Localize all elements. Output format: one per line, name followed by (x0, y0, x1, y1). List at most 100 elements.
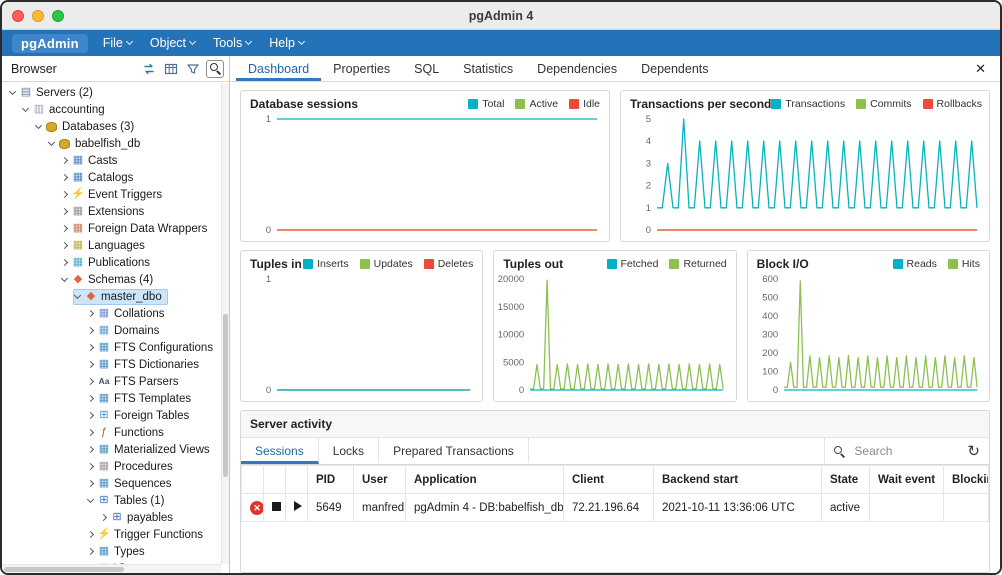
collapse-chevron-icon[interactable] (61, 275, 68, 282)
tree-item-extensions[interactable]: ▦Extensions (2, 203, 229, 220)
tree-item-content: ▦Foreign Data Wrappers (60, 221, 213, 237)
tree-item-label: payables (127, 512, 173, 524)
expand-chevron-icon[interactable] (87, 548, 94, 555)
terminate-session-icon[interactable]: ✕ (250, 501, 264, 515)
tree-item-domains[interactable]: ▦Domains (2, 322, 229, 339)
sync-icon[interactable] (140, 60, 158, 78)
filter-icon[interactable] (184, 60, 202, 78)
tree-item-fts-dictionaries[interactable]: ▦FTS Dictionaries (2, 356, 229, 373)
menu-object[interactable]: Object (141, 30, 204, 56)
languages-icon: ▦ (71, 239, 85, 252)
tree-item-materialized-views[interactable]: ▦Materialized Views (2, 441, 229, 458)
cancel-query-icon[interactable] (272, 502, 281, 511)
activity-tab-sessions[interactable]: Sessions (241, 438, 319, 464)
close-window-button[interactable] (12, 10, 24, 22)
tree-item-schemas-4[interactable]: ◆Schemas (4) (2, 271, 229, 288)
server-activity-panel: Server activity SessionsLocksPrepared Tr… (240, 410, 990, 573)
tree-item-languages[interactable]: ▦Languages (2, 237, 229, 254)
collapse-chevron-icon[interactable] (22, 105, 29, 112)
tab-dashboard[interactable]: Dashboard (236, 56, 321, 81)
tree-item-servers-2[interactable]: ▤Servers (2) (2, 84, 229, 101)
tree-item-content: ◆master_dbo (73, 289, 168, 305)
expand-chevron-icon[interactable] (61, 174, 68, 181)
grid-icon[interactable] (162, 60, 180, 78)
tree-item-publications[interactable]: ▦Publications (2, 254, 229, 271)
expand-chevron-icon[interactable] (87, 412, 94, 419)
expand-chevron-icon[interactable] (87, 531, 94, 538)
legend-label: Returned (683, 258, 726, 270)
tree-item-event-triggers[interactable]: ⚡Event Triggers (2, 186, 229, 203)
menu-help[interactable]: Help (260, 30, 313, 56)
tree-item-fts-configurations[interactable]: ▦FTS Configurations (2, 339, 229, 356)
tree-item-master-dbo[interactable]: ◆master_dbo (2, 288, 229, 305)
tree-item-trigger-functions[interactable]: ⚡Trigger Functions (2, 526, 229, 543)
vertical-scrollbar-thumb[interactable] (223, 314, 228, 478)
refresh-icon[interactable]: ↻ (967, 444, 980, 459)
horizontal-scrollbar-thumb[interactable] (4, 567, 124, 572)
pgadmin-window: pgAdmin 4 pgAdmin FileObjectToolsHelp Br… (0, 0, 1002, 575)
tree-item-babelfish-db[interactable]: babelfish_db (2, 135, 229, 152)
col-blocking-pids: Blocking PIDs (944, 466, 989, 494)
collapse-chevron-icon[interactable] (35, 122, 42, 129)
expand-chevron-icon[interactable] (61, 191, 68, 198)
tab-sql[interactable]: SQL (402, 56, 451, 81)
tree-item-fts-parsers[interactable]: AaFTS Parsers (2, 373, 229, 390)
session-row: ✕5649manfredpgAdmin 4 - DB:babelfish_db7… (242, 494, 989, 522)
tree-horizontal-scrollbar[interactable] (2, 564, 221, 573)
expand-chevron-icon[interactable] (87, 310, 94, 317)
expand-row-icon[interactable] (294, 501, 302, 511)
tree-item-functions[interactable]: ƒFunctions (2, 424, 229, 441)
expand-chevron-icon[interactable] (87, 480, 94, 487)
expand-chevron-icon[interactable] (61, 259, 68, 266)
tree-item-tables-1[interactable]: ⊞Tables (1) (2, 492, 229, 509)
expand-chevron-icon[interactable] (87, 446, 94, 453)
activity-tab-locks[interactable]: Locks (319, 438, 379, 464)
expand-chevron-icon[interactable] (87, 429, 94, 436)
menu-file[interactable]: File (94, 30, 141, 56)
tree-item-catalogs[interactable]: ▦Catalogs (2, 169, 229, 186)
expand-chevron-icon[interactable] (87, 361, 94, 368)
tree-item-foreign-tables[interactable]: ⊞Foreign Tables (2, 407, 229, 424)
menu-tools[interactable]: Tools (204, 30, 260, 56)
tree-vertical-scrollbar[interactable] (221, 83, 229, 564)
chart-area: 20000150001000050000 (494, 272, 735, 401)
expand-chevron-icon[interactable] (61, 157, 68, 164)
expand-chevron-icon[interactable] (61, 225, 68, 232)
expand-chevron-icon[interactable] (87, 378, 94, 385)
collapse-chevron-icon[interactable] (74, 292, 81, 299)
activity-tab-prepared-transactions[interactable]: Prepared Transactions (379, 438, 529, 464)
expand-chevron-icon[interactable] (100, 514, 107, 521)
tree-item-casts[interactable]: ▦Casts (2, 152, 229, 169)
expand-chevron-icon[interactable] (61, 242, 68, 249)
browser-panel: Browser ▤Servers (2)▥accountingDatabases… (2, 56, 230, 573)
minimize-window-button[interactable] (32, 10, 44, 22)
panel-header: Block I/OReadsHits (748, 251, 989, 272)
collapse-chevron-icon[interactable] (48, 139, 55, 146)
tree-item-collations[interactable]: ▦Collations (2, 305, 229, 322)
tree-item-databases-3[interactable]: Databases (3) (2, 118, 229, 135)
tree-item-fts-templates[interactable]: ▦FTS Templates (2, 390, 229, 407)
collapse-chevron-icon[interactable] (87, 496, 94, 503)
tree-item-accounting[interactable]: ▥accounting (2, 101, 229, 118)
tree-item-sequences[interactable]: ▦Sequences (2, 475, 229, 492)
legend-label: Rollbacks (937, 98, 983, 110)
zoom-window-button[interactable] (52, 10, 64, 22)
expand-chevron-icon[interactable] (87, 344, 94, 351)
tree-item-types[interactable]: ▦Types (2, 543, 229, 560)
tab-properties[interactable]: Properties (321, 56, 402, 81)
expand-chevron-icon[interactable] (87, 463, 94, 470)
search-icon[interactable] (206, 60, 224, 78)
search-input[interactable] (852, 443, 960, 459)
close-panel-icon[interactable]: ✕ (967, 61, 994, 77)
expand-chevron-icon[interactable] (87, 395, 94, 402)
collapse-chevron-icon[interactable] (9, 88, 16, 95)
expand-chevron-icon[interactable] (87, 327, 94, 334)
tab-dependents[interactable]: Dependents (629, 56, 720, 81)
expand-chevron-icon[interactable] (61, 208, 68, 215)
tab-statistics[interactable]: Statistics (451, 56, 525, 81)
tree-item-foreign-data-wrappers[interactable]: ▦Foreign Data Wrappers (2, 220, 229, 237)
tree-item-payables[interactable]: ⊞payables (2, 509, 229, 526)
tab-dependencies[interactable]: Dependencies (525, 56, 629, 81)
tree-item-procedures[interactable]: ▦Procedures (2, 458, 229, 475)
traffic-lights (2, 10, 64, 22)
